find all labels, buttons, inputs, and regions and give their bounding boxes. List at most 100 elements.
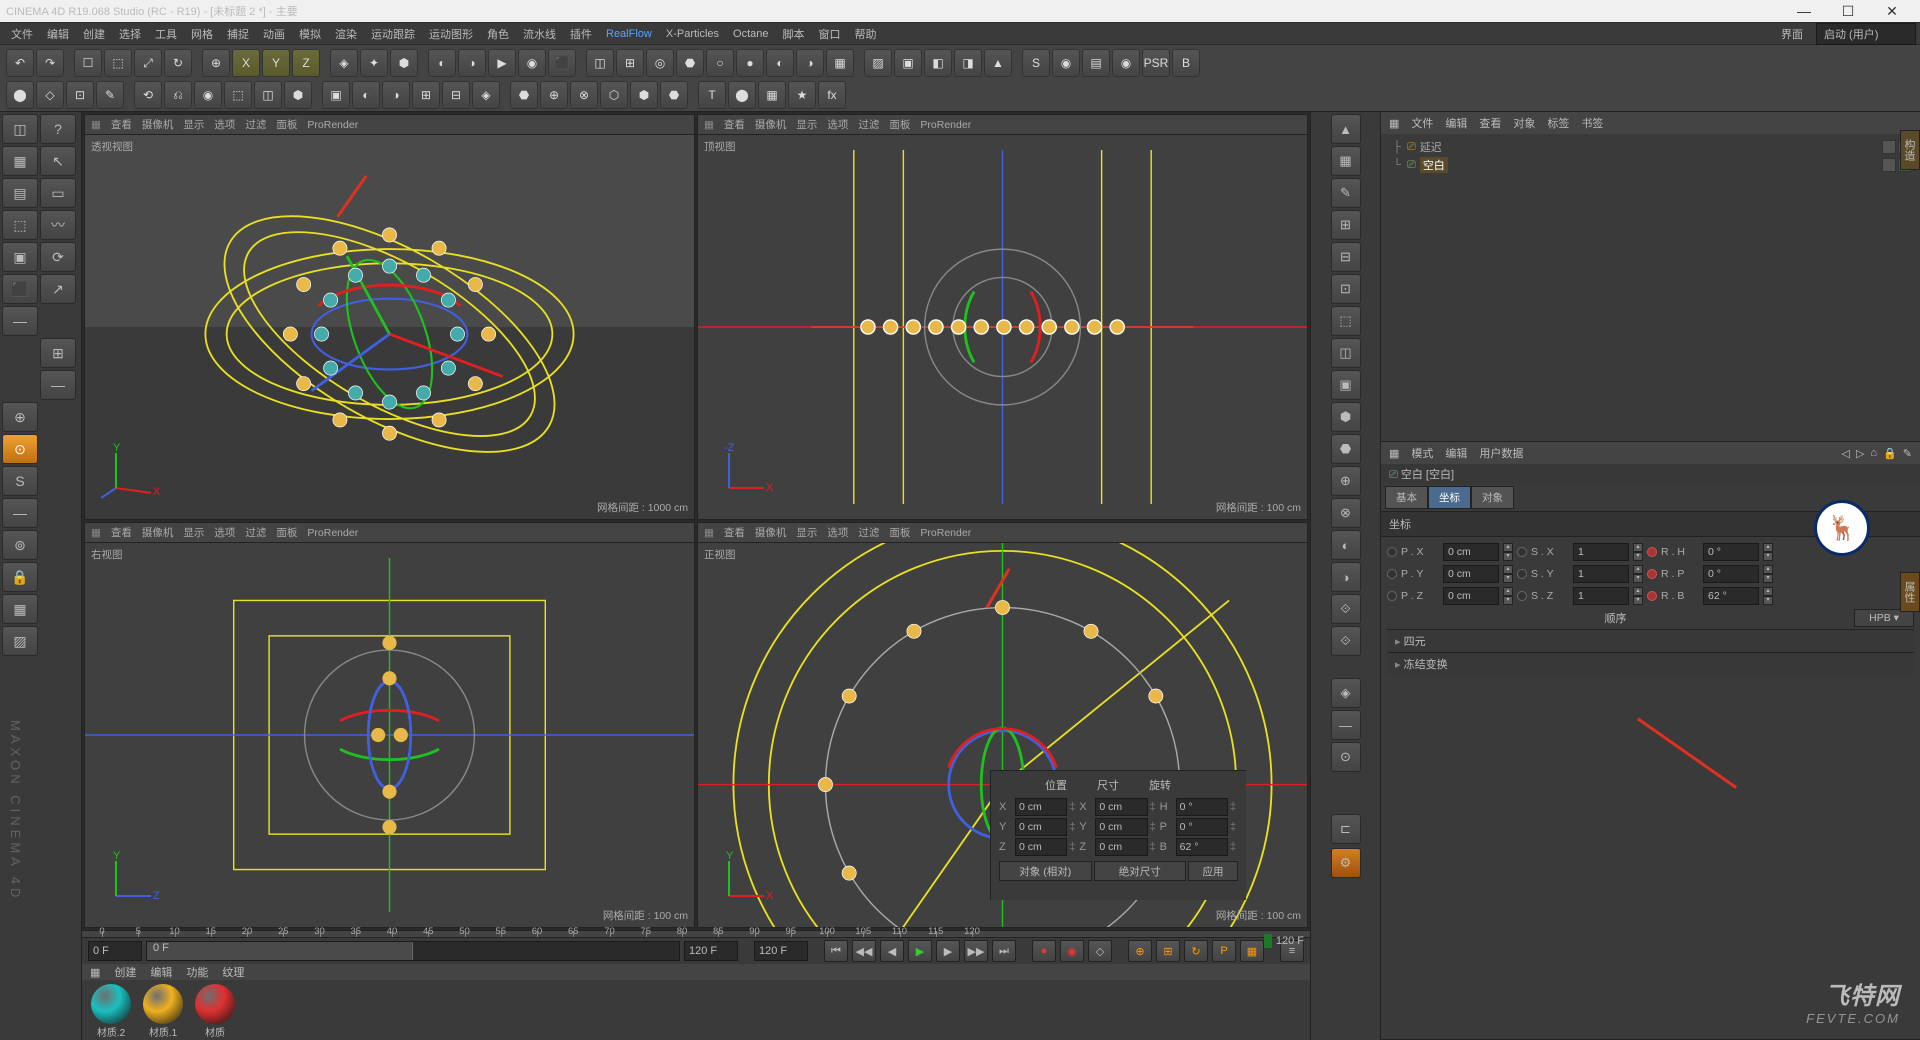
palette-button[interactable]: ⬚ bbox=[2, 210, 38, 240]
menu-item[interactable]: X-Particles bbox=[659, 26, 726, 42]
viewport-menu[interactable]: ▦查看摄像机显示选项过滤面板ProRender bbox=[698, 523, 1307, 543]
toolbar-button[interactable]: ☐ bbox=[74, 49, 102, 77]
side-tool-button[interactable]: ⊕ bbox=[1331, 466, 1361, 496]
toolbar-button[interactable]: ▣ bbox=[894, 49, 922, 77]
toolbar-button[interactable]: ⟲ bbox=[134, 81, 162, 109]
viewport-menu-item[interactable]: 摄像机 bbox=[755, 117, 787, 132]
toolbar-button[interactable]: ◎ bbox=[646, 49, 674, 77]
palette-button[interactable]: ▨ bbox=[2, 626, 38, 656]
coord-size[interactable]: 0 cm bbox=[1095, 818, 1147, 836]
toolbar-button[interactable]: ✎ bbox=[96, 81, 124, 109]
palette-button[interactable]: ↗ bbox=[40, 274, 76, 304]
coord-pos[interactable]: 0 cm bbox=[1015, 818, 1067, 836]
viewport-menu-item[interactable]: 显示 bbox=[183, 117, 204, 132]
keyframe-button[interactable]: ◇ bbox=[1088, 940, 1112, 962]
material-item[interactable]: 材质.2 bbox=[88, 984, 134, 1039]
menu-item[interactable]: 模拟 bbox=[292, 24, 328, 44]
palette-button[interactable]: 🔒 bbox=[2, 562, 38, 592]
toolbar-button[interactable]: ◨ bbox=[954, 49, 982, 77]
toolbar-button[interactable]: ◉ bbox=[1112, 49, 1140, 77]
coord-mode-dropdown[interactable]: 对象 (相对) bbox=[999, 861, 1092, 881]
toolbar-button[interactable]: ▣ bbox=[322, 81, 350, 109]
viewport-menu-item[interactable]: 面板 bbox=[276, 525, 297, 540]
prev-frame-button[interactable]: ◀ bbox=[880, 940, 904, 962]
material-menu-item[interactable]: 编辑 bbox=[150, 964, 172, 980]
side-tool-button[interactable]: ◑ bbox=[1331, 562, 1361, 592]
palette-button[interactable]: ? bbox=[40, 114, 76, 144]
viewport-menu-item[interactable]: 摄像机 bbox=[755, 525, 787, 540]
menu-item[interactable]: 捕捉 bbox=[220, 24, 256, 44]
attr-tab[interactable]: 基本 bbox=[1385, 486, 1428, 509]
viewport-menu[interactable]: ▦查看摄像机显示选项过滤面板ProRender bbox=[85, 523, 694, 543]
viewport-menu-item[interactable]: 显示 bbox=[796, 525, 817, 540]
toolbar-button[interactable]: ◈ bbox=[330, 49, 358, 77]
side-tool-button[interactable]: ⊙ bbox=[1331, 742, 1361, 772]
panel-grip-icon[interactable]: ▦ bbox=[90, 966, 100, 979]
frame-end[interactable]: 120 F bbox=[684, 941, 738, 961]
toolbar-button[interactable]: T bbox=[698, 81, 726, 109]
menu-item[interactable]: 插件 bbox=[563, 24, 599, 44]
prev-key-button[interactable]: ◀◀ bbox=[852, 940, 876, 962]
frame-count[interactable]: 120 F bbox=[754, 941, 808, 961]
menu-item[interactable]: Octane bbox=[726, 26, 775, 42]
attr-field[interactable]: 0 cm bbox=[1443, 543, 1499, 561]
toolbar-button[interactable]: ⬚ bbox=[104, 49, 132, 77]
attr-tab[interactable]: 坐标 bbox=[1428, 486, 1471, 509]
coord-rot[interactable]: 0 ° bbox=[1176, 818, 1228, 836]
viewport-menu-item[interactable]: 选项 bbox=[827, 117, 848, 132]
toolbar-button[interactable]: ⊟ bbox=[442, 81, 470, 109]
toolbar-button[interactable]: ⬤ bbox=[6, 81, 34, 109]
toolbar-button[interactable]: ⬣ bbox=[676, 49, 704, 77]
viewport-menu-item[interactable]: 过滤 bbox=[245, 117, 266, 132]
menu-item[interactable]: 脚本 bbox=[776, 24, 812, 44]
attr-field[interactable]: 0 ° bbox=[1703, 543, 1759, 561]
viewport-menu-item[interactable]: 过滤 bbox=[858, 117, 879, 132]
coord-pos[interactable]: 0 cm bbox=[1015, 798, 1067, 816]
palette-button[interactable]: ⊚ bbox=[2, 530, 38, 560]
viewport-menu-item[interactable]: 显示 bbox=[796, 117, 817, 132]
next-key-button[interactable]: ▶▶ bbox=[964, 940, 988, 962]
palette-button[interactable]: — bbox=[2, 498, 38, 528]
side-tool-button[interactable]: ⊡ bbox=[1331, 274, 1361, 304]
toolbar-button[interactable]: ⊕ bbox=[202, 49, 230, 77]
frame-start[interactable]: 0 F bbox=[88, 941, 142, 961]
coord-size[interactable]: 0 cm bbox=[1095, 798, 1147, 816]
coord-rot[interactable]: 0 ° bbox=[1176, 798, 1228, 816]
palette-button[interactable]: ⊞ bbox=[40, 338, 76, 368]
toolbar-button[interactable]: ⬣ bbox=[510, 81, 538, 109]
toolbar-button[interactable]: ⬡ bbox=[600, 81, 628, 109]
toolbar-button[interactable]: ⊞ bbox=[616, 49, 644, 77]
menu-item[interactable]: 工具 bbox=[148, 24, 184, 44]
palette-button[interactable]: ⬛ bbox=[2, 274, 38, 304]
toolbar-button[interactable]: ✦ bbox=[360, 49, 388, 77]
object-manager[interactable]: ▦文件编辑查看对象标签书签 ├⎚延迟✓└⎚空白✓ bbox=[1381, 112, 1920, 442]
object-row[interactable]: └⎚空白✓ bbox=[1381, 156, 1920, 174]
toolbar-button[interactable]: ◫ bbox=[254, 81, 282, 109]
next-icon[interactable]: ▷ bbox=[1856, 447, 1864, 460]
side-tool-button[interactable]: ⟐ bbox=[1331, 626, 1361, 656]
play-button[interactable]: ▶ bbox=[908, 940, 932, 962]
menu-item[interactable]: 文件 bbox=[4, 24, 40, 44]
viewport-menu-item[interactable]: 过滤 bbox=[245, 525, 266, 540]
key-rot-button[interactable]: ↻ bbox=[1184, 940, 1208, 962]
toolbar-button[interactable]: ◉ bbox=[1052, 49, 1080, 77]
side-tool-button[interactable]: ⟐ bbox=[1331, 594, 1361, 624]
toolbar-button[interactable]: ⬛ bbox=[548, 49, 576, 77]
side-tool-button[interactable]: ⊟ bbox=[1331, 242, 1361, 272]
palette-button[interactable]: — bbox=[40, 370, 76, 400]
attr-field[interactable]: 1 bbox=[1573, 543, 1629, 561]
viewport-menu-item[interactable]: 面板 bbox=[889, 525, 910, 540]
om-menu-item[interactable]: 文件 bbox=[1411, 115, 1433, 131]
menu-item[interactable]: 选择 bbox=[112, 24, 148, 44]
viewport-menu[interactable]: ▦查看摄像机显示选项过滤面板ProRender bbox=[698, 115, 1307, 135]
toolbar-button[interactable]: ⊡ bbox=[66, 81, 94, 109]
toolbar-button[interactable]: ◐ bbox=[428, 49, 456, 77]
menu-item[interactable]: 运动跟踪 bbox=[364, 24, 422, 44]
attr-fold[interactable]: 四元 bbox=[1387, 629, 1914, 652]
side-tool-button[interactable]: ▦ bbox=[1331, 146, 1361, 176]
attr-field[interactable]: 1 bbox=[1573, 587, 1629, 605]
side-tool-button[interactable]: ⚙ bbox=[1331, 848, 1361, 878]
toolbar-button[interactable]: PSR bbox=[1142, 49, 1170, 77]
viewport-perspective[interactable]: ▦查看摄像机显示选项过滤面板ProRender 透视视图 bbox=[84, 114, 695, 520]
palette-button[interactable]: ⊙ bbox=[2, 434, 38, 464]
